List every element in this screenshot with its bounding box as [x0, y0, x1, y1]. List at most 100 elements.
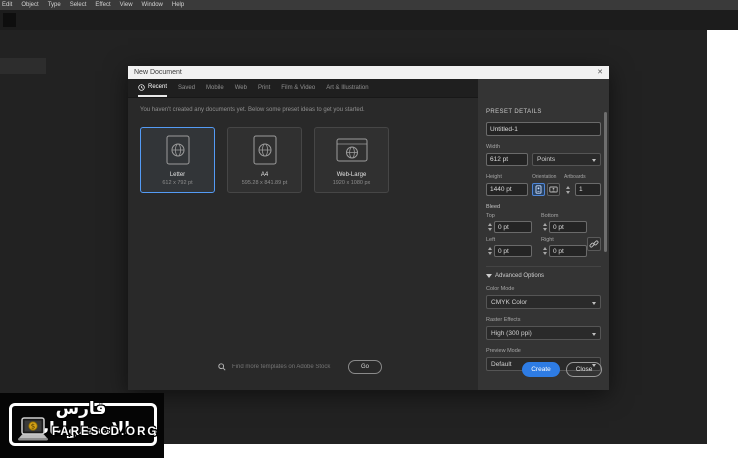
chain-link-icon [589, 239, 599, 249]
dialog-tabs: Recent Saved Mobile Web Print Film & Vid… [128, 79, 478, 98]
bleed-left-stepper[interactable] [486, 247, 494, 255]
height-field[interactable] [486, 183, 528, 196]
laptop-icon: $ [16, 417, 50, 443]
bleed-bottom-stepper[interactable] [541, 223, 549, 231]
menu-item-window[interactable]: Window [142, 2, 163, 8]
stepper-down-icon [488, 228, 492, 231]
tab-label: Art & Illustration [326, 85, 368, 91]
link-bleed-values-button[interactable] [587, 237, 601, 251]
empty-state-message: You haven't created any documents yet. B… [140, 107, 478, 113]
preview-mode-value: Default [491, 361, 512, 368]
menu-item-select[interactable]: Select [70, 2, 87, 8]
bleed-left-field[interactable] [494, 245, 532, 257]
artboards-stepper[interactable] [564, 186, 571, 194]
height-label: Height [486, 174, 532, 180]
bleed-bottom-label: Bottom [541, 213, 596, 219]
svg-text:$: $ [31, 423, 35, 431]
tab-film-video[interactable]: Film & Video [281, 79, 315, 97]
menu-item-edit[interactable]: Edit [2, 2, 12, 8]
bleed-top-stepper[interactable] [486, 223, 494, 231]
portrait-icon [534, 185, 543, 194]
preset-name: Letter [170, 172, 185, 178]
bleed-right-stepper[interactable] [541, 247, 549, 255]
orientation-toggle [532, 183, 560, 196]
new-document-dialog: New Document ✕ Recent Saved Mobile Web [128, 66, 609, 390]
tab-label: Mobile [206, 85, 224, 91]
stepper-up-icon [488, 223, 492, 226]
section-divider [486, 266, 601, 267]
dialog-titlebar: New Document ✕ [128, 66, 609, 79]
toolbar-tile[interactable] [3, 13, 16, 27]
orientation-landscape-button[interactable] [547, 183, 560, 196]
preset-dimensions: 1920 x 1080 px [333, 180, 371, 186]
document-name-field[interactable] [486, 122, 601, 136]
dialog-body: Recent Saved Mobile Web Print Film & Vid… [128, 79, 609, 390]
raster-effects-select[interactable]: High (300 ppi) [486, 326, 601, 340]
menu-item-view[interactable]: View [120, 2, 133, 8]
document-icon [253, 135, 277, 165]
go-button[interactable]: Go [348, 360, 382, 374]
artboards-label: Artboards [564, 174, 601, 180]
color-mode-select[interactable]: CMYK Color [486, 295, 601, 309]
tab-web[interactable]: Web [235, 79, 247, 97]
chevron-down-icon [592, 333, 596, 336]
stepper-up-icon [488, 247, 492, 250]
tab-label: Film & Video [281, 85, 315, 91]
stepper-up-icon [566, 186, 570, 189]
tab-art-illustration[interactable]: Art & Illustration [326, 79, 368, 97]
menu-item-object[interactable]: Object [21, 2, 38, 8]
preset-dimensions: 612 x 792 pt [162, 180, 192, 186]
artboards-field[interactable] [575, 183, 601, 196]
clock-icon [138, 84, 145, 91]
landscape-icon [549, 185, 558, 194]
dialog-title: New Document [134, 69, 182, 76]
preset-card-a4[interactable]: A4 595.28 x 841.89 pt [227, 127, 302, 193]
stepper-down-icon [543, 252, 547, 255]
preset-cards: Letter 612 x 792 pt A4 [140, 127, 389, 193]
stepper-down-icon [543, 228, 547, 231]
tab-recent[interactable]: Recent [138, 79, 167, 97]
chevron-down-icon [592, 302, 596, 305]
advanced-options-toggle[interactable]: Advanced Options [486, 273, 601, 279]
preset-card-letter[interactable]: Letter 612 x 792 pt [140, 127, 215, 193]
preview-mode-label: Preview Mode [486, 348, 601, 354]
tab-mobile[interactable]: Mobile [206, 79, 224, 97]
stepper-down-icon [566, 191, 570, 194]
orientation-portrait-button[interactable] [532, 183, 545, 196]
tab-label: Print [258, 85, 270, 91]
menu-item-type[interactable]: Type [48, 2, 61, 8]
orientation-label: Orientation [532, 174, 564, 180]
bleed-bottom-field[interactable] [549, 221, 587, 233]
menu-item-effect[interactable]: Effect [95, 2, 110, 8]
close-button[interactable]: Close [566, 362, 602, 377]
side-panel-tab[interactable] [0, 58, 46, 74]
width-field[interactable] [486, 153, 528, 166]
preset-name: A4 [261, 172, 268, 178]
raster-effects-value: High (300 ppi) [491, 330, 532, 337]
bleed-top-field[interactable] [494, 221, 532, 233]
menu-item-help[interactable]: Help [172, 2, 184, 8]
bleed-settings: Top Bottom [486, 213, 601, 257]
tab-label: Web [235, 85, 247, 91]
raster-effects-label: Raster Effects [486, 317, 601, 323]
panel-scrollbar[interactable] [604, 112, 607, 252]
tab-print[interactable]: Print [258, 79, 270, 97]
app-toolbar [0, 10, 738, 30]
template-search: Go [218, 359, 382, 375]
create-button[interactable]: Create [522, 362, 560, 377]
browser-globe-icon [336, 138, 368, 162]
units-select[interactable]: Points [532, 153, 601, 166]
search-input[interactable] [232, 364, 342, 370]
preset-card-web-large[interactable]: Web-Large 1920 x 1080 px [314, 127, 389, 193]
stepper-down-icon [488, 252, 492, 255]
color-mode-label: Color Mode [486, 286, 601, 292]
tab-label: Recent [148, 84, 167, 90]
close-icon[interactable]: ✕ [597, 69, 603, 76]
app-screenshot: Edit Object Type Select Effect View Wind… [0, 0, 738, 458]
presets-area: Recent Saved Mobile Web Print Film & Vid… [128, 79, 478, 390]
bleed-label: Bleed [486, 204, 601, 210]
bleed-right-field[interactable] [549, 245, 587, 257]
menu-bar: Edit Object Type Select Effect View Wind… [0, 0, 738, 10]
tab-saved[interactable]: Saved [178, 79, 195, 97]
document-icon [166, 135, 190, 165]
